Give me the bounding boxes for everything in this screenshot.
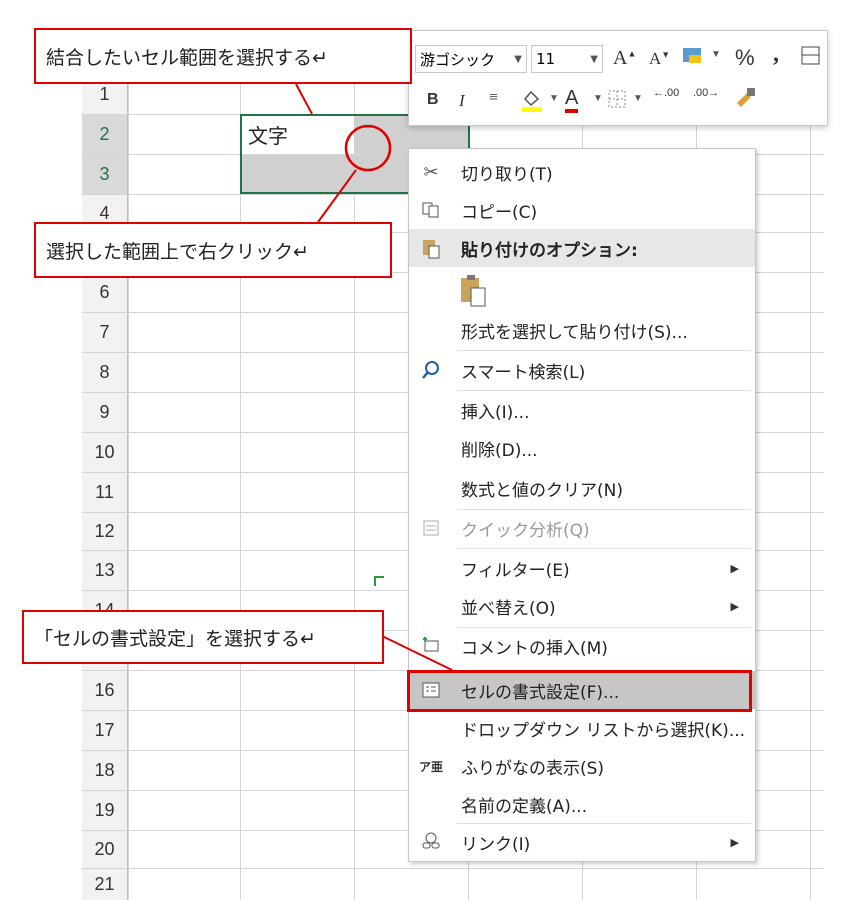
submenu-arrow-icon: ▶ bbox=[730, 561, 739, 575]
menu-item-copy[interactable]: コピー(C) bbox=[409, 191, 755, 229]
menu-item-quick-analysis[interactable]: クイック分析(Q) bbox=[409, 509, 755, 547]
font-size: 11 bbox=[536, 50, 556, 68]
scissors-icon: ✂ bbox=[423, 161, 439, 183]
callout-select-range: 結合したいセル範囲を選択する↵ bbox=[34, 28, 412, 84]
menu-item-label: 名前の定義(A)... bbox=[461, 796, 588, 817]
quick-analysis-icon bbox=[419, 516, 443, 540]
menu-item-define-name[interactable]: 名前の定義(A)... bbox=[409, 785, 755, 823]
menu-item-label: 数式と値のクリア(N) bbox=[461, 480, 623, 501]
chevron-down-icon[interactable]: ▼ bbox=[590, 54, 598, 65]
format-cells-highlight bbox=[407, 670, 752, 712]
grid-line bbox=[810, 74, 811, 900]
menu-item-pick-from-list[interactable]: ドロップダウン リストから選択(K)... bbox=[409, 709, 755, 747]
row-header[interactable]: 11 bbox=[82, 472, 128, 512]
shrink-font-button[interactable]: A▼ bbox=[649, 49, 670, 69]
row-header[interactable]: 6 bbox=[82, 272, 128, 312]
row-header[interactable]: 7 bbox=[82, 312, 128, 352]
row-header[interactable]: 19 bbox=[82, 790, 128, 830]
row-header[interactable]: 17 bbox=[82, 710, 128, 750]
menu-item-link[interactable]: リンク(I) ▶ bbox=[409, 823, 755, 861]
menu-item-smart-lookup[interactable]: スマート検索(L) bbox=[409, 351, 755, 389]
callout-right-click: 選択した範囲上で右クリック↵ bbox=[34, 222, 392, 278]
menu-item-label: コピー(C) bbox=[461, 202, 538, 223]
bold-button[interactable]: B bbox=[427, 91, 439, 109]
copy-icon bbox=[419, 198, 443, 222]
mini-toolbar: 游ゴシック ▼ 11 ▼ A▲ A▼ ▼ % , B I ≡ ▼ A ▼ ▼ ←… bbox=[408, 30, 828, 126]
menu-item-label: 削除(D)... bbox=[461, 440, 538, 461]
link-icon bbox=[419, 830, 443, 854]
submenu-arrow-icon: ▶ bbox=[730, 599, 739, 613]
menu-item-show-furigana[interactable]: ア亜 ふりがなの表示(S) bbox=[409, 747, 755, 785]
menu-item-cut[interactable]: ✂ 切り取り(T) bbox=[409, 153, 755, 191]
menu-item-label: 並べ替え(O) bbox=[461, 598, 556, 619]
menu-item-label: ふりがなの表示(S) bbox=[461, 758, 605, 779]
menu-item-label: リンク(I) bbox=[461, 834, 531, 855]
align-center-icon[interactable]: ≡ bbox=[489, 89, 498, 107]
row-header[interactable]: 10 bbox=[82, 432, 128, 472]
row-header[interactable]: 3 bbox=[82, 154, 128, 194]
comma-button[interactable]: , bbox=[773, 41, 779, 68]
menu-item-label: 形式を選択して貼り付け(S)... bbox=[461, 322, 688, 343]
row-header[interactable]: 13 bbox=[82, 550, 128, 590]
row-header[interactable]: 21 bbox=[82, 868, 128, 900]
row-header[interactable]: 8 bbox=[82, 352, 128, 392]
row-header[interactable]: 9 bbox=[82, 392, 128, 432]
search-icon bbox=[419, 358, 443, 382]
menu-item-label: 貼り付けのオプション: bbox=[461, 240, 638, 261]
menu-item-label: 挿入(I)... bbox=[461, 402, 530, 423]
submenu-arrow-icon: ▶ bbox=[730, 835, 739, 849]
menu-item-sort[interactable]: 並べ替え(O) ▶ bbox=[409, 587, 755, 625]
font-size-box[interactable]: 11 ▼ bbox=[531, 45, 603, 73]
menu-item-label: フィルター(E) bbox=[461, 560, 570, 581]
menu-item-insert[interactable]: 挿入(I)... bbox=[409, 391, 755, 429]
menu-header-paste-options: 貼り付けのオプション: bbox=[409, 229, 755, 267]
borders-icon[interactable] bbox=[607, 89, 627, 114]
context-menu: ✂ 切り取り(T) コピー(C) 貼り付けのオプション: 形式を選択して貼り付け… bbox=[408, 148, 756, 862]
menu-item-label: ドロップダウン リストから選択(K)... bbox=[461, 720, 746, 741]
menu-item-label: スマート検索(L) bbox=[461, 362, 586, 383]
paste-icon bbox=[459, 274, 489, 308]
callout-format-cells: 「セルの書式設定」を選択する↵ bbox=[22, 610, 384, 664]
furigana-icon: ア亜 bbox=[419, 759, 444, 774]
chevron-down-icon[interactable]: ▼ bbox=[549, 93, 559, 104]
error-marker bbox=[374, 576, 384, 586]
menu-item-label: コメントの挿入(M) bbox=[461, 638, 608, 659]
chevron-down-icon[interactable]: ▼ bbox=[514, 54, 522, 65]
merge-icon[interactable] bbox=[801, 45, 821, 72]
row-header[interactable]: 20 bbox=[82, 830, 128, 868]
row-header[interactable]: 16 bbox=[82, 670, 128, 710]
comment-icon bbox=[419, 634, 443, 658]
chevron-down-icon[interactable]: ▼ bbox=[711, 49, 721, 60]
chevron-down-icon[interactable]: ▼ bbox=[593, 93, 603, 104]
number-format-icon[interactable] bbox=[681, 45, 707, 74]
menu-item-delete[interactable]: 削除(D)... bbox=[409, 429, 755, 467]
menu-item-label: クイック分析(Q) bbox=[461, 520, 590, 541]
grid-line bbox=[128, 74, 129, 900]
grow-font-button[interactable]: A▲ bbox=[613, 47, 636, 70]
increase-decimal-button[interactable]: ←.00 bbox=[653, 87, 679, 99]
cell-text[interactable]: 文字 bbox=[248, 120, 288, 149]
menu-item-paste-special[interactable]: 形式を選択して貼り付け(S)... bbox=[409, 311, 755, 349]
paste-icon bbox=[419, 236, 443, 260]
row-header[interactable]: 18 bbox=[82, 750, 128, 790]
menu-item-filter[interactable]: フィルター(E) ▶ bbox=[409, 549, 755, 587]
paste-option-button[interactable] bbox=[409, 269, 755, 313]
menu-item-clear-contents[interactable]: 数式と値のクリア(N) bbox=[409, 469, 755, 507]
chevron-down-icon[interactable]: ▼ bbox=[633, 93, 643, 104]
row-header[interactable]: 2 bbox=[82, 114, 128, 154]
format-painter-icon[interactable] bbox=[733, 85, 759, 114]
font-name-box[interactable]: 游ゴシック ▼ bbox=[415, 45, 527, 73]
italic-button[interactable]: I bbox=[459, 91, 465, 111]
fill-color-icon[interactable] bbox=[519, 87, 545, 118]
decrease-decimal-button[interactable]: .00→ bbox=[693, 87, 719, 99]
grid-line bbox=[354, 74, 355, 900]
menu-item-insert-comment[interactable]: コメントの挿入(M) bbox=[409, 627, 755, 665]
row-header[interactable]: 12 bbox=[82, 512, 128, 550]
grid-line bbox=[240, 74, 241, 900]
percent-button[interactable]: % bbox=[735, 45, 755, 71]
font-color-button[interactable]: A bbox=[565, 87, 579, 113]
font-name: 游ゴシック bbox=[420, 50, 496, 69]
menu-item-label: 切り取り(T) bbox=[461, 164, 553, 185]
